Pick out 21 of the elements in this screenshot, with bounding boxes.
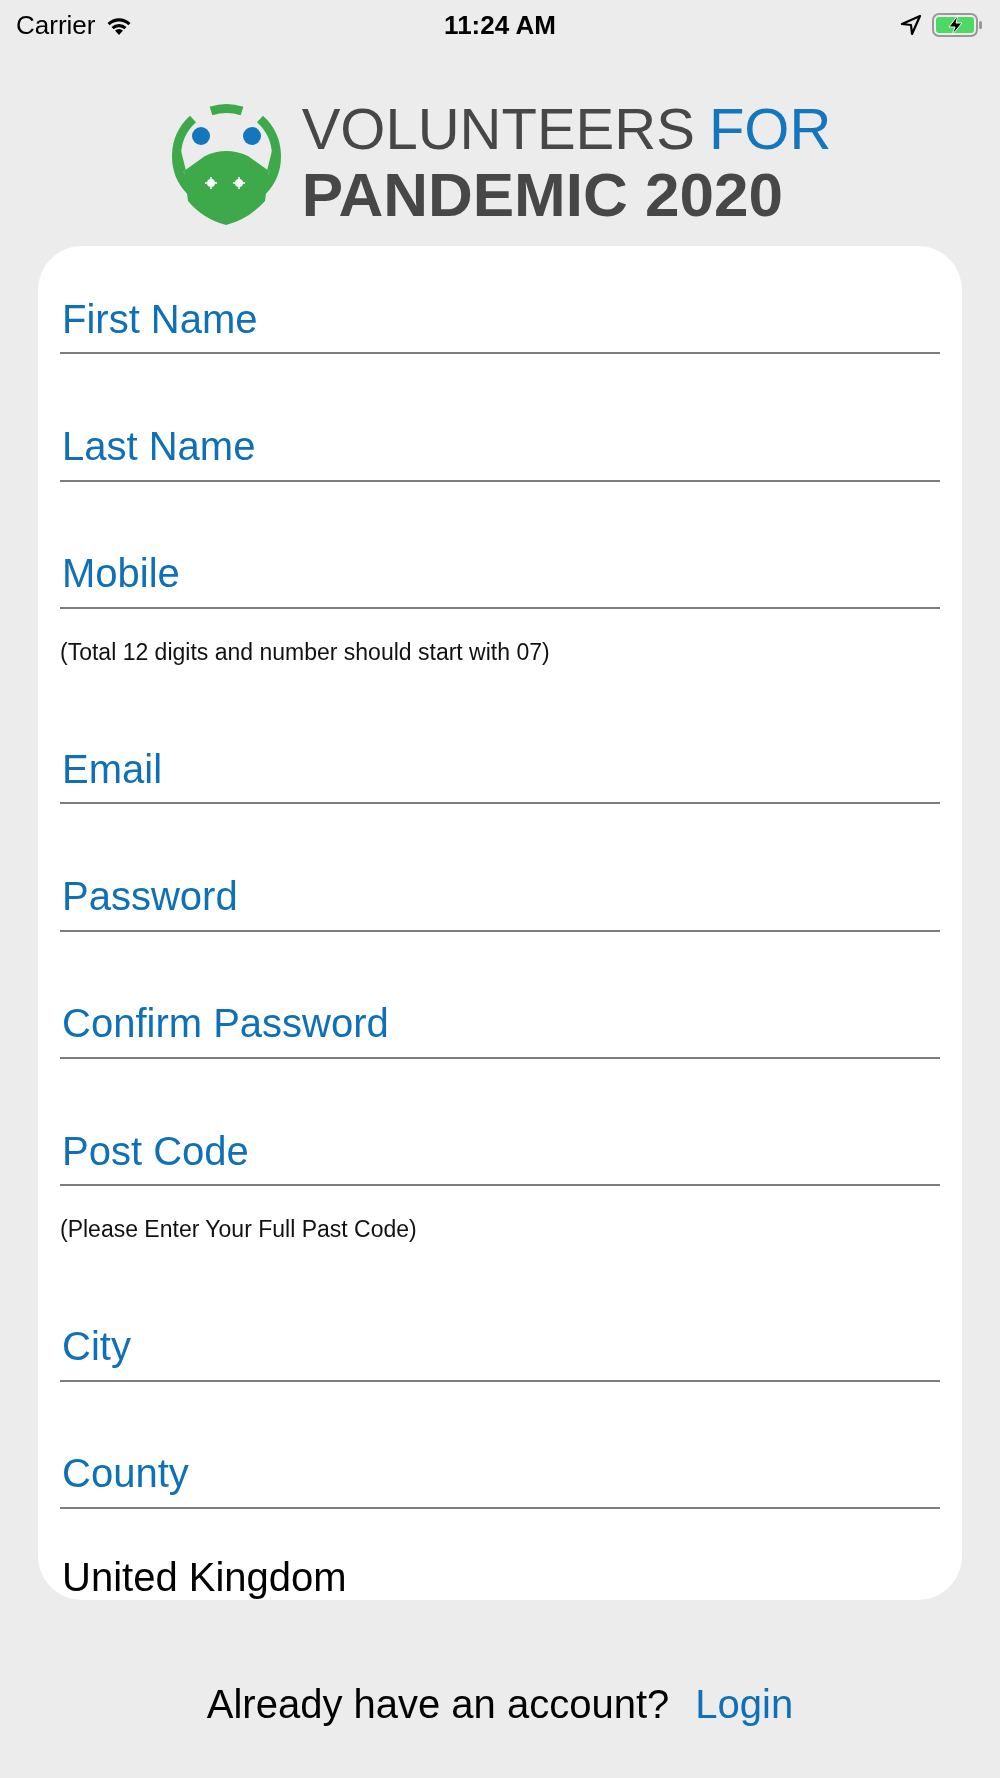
battery-charging-icon bbox=[932, 12, 984, 38]
input-field[interactable]: Post Code bbox=[60, 1078, 940, 1187]
account-question: Already have an account? bbox=[206, 1682, 670, 1727]
input-field[interactable]: First Name bbox=[60, 246, 940, 355]
logo-title: PANDEMIC 2020 bbox=[301, 164, 784, 226]
input-field[interactable]: County bbox=[60, 1400, 940, 1510]
login-link[interactable]: Login bbox=[695, 1682, 794, 1727]
location-arrow-icon bbox=[900, 14, 922, 36]
input-field[interactable]: Mobile bbox=[60, 500, 940, 610]
hint-text: (Total 12 digits and number should start with 07) bbox=[60, 638, 551, 668]
input-field[interactable]: Confirm Password bbox=[60, 950, 940, 1060]
logo-word: VOLUNTEERS bbox=[301, 100, 695, 158]
clock-time: 11:24 AM bbox=[444, 9, 556, 41]
logo-word: FOR bbox=[708, 100, 832, 158]
country-value[interactable]: United Kingdom bbox=[60, 1555, 940, 1600]
carrier-label: Carrier bbox=[16, 9, 96, 41]
input-field[interactable]: Email bbox=[60, 696, 940, 805]
input-field[interactable]: City bbox=[60, 1273, 940, 1382]
hint-text: (Please Enter Your Full Past Code) bbox=[60, 1215, 418, 1245]
input-field[interactable]: Password bbox=[60, 823, 940, 932]
input-field[interactable]: Last Name bbox=[60, 373, 940, 482]
